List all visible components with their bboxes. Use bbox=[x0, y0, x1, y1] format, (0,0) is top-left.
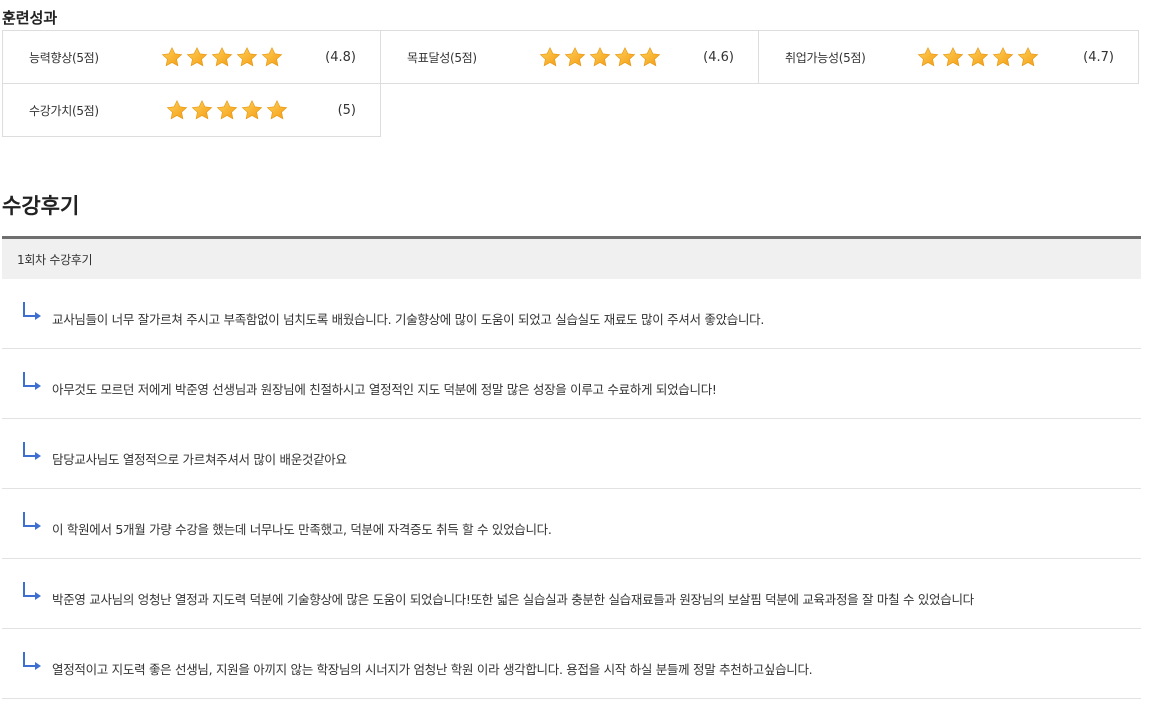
rating-label: 취업가능성(5점) bbox=[785, 50, 866, 65]
star-icon bbox=[917, 47, 939, 67]
star-icon bbox=[992, 47, 1014, 67]
reply-arrow-icon bbox=[23, 652, 41, 670]
review-item: 아무것도 모르던 저에게 박준영 선생님과 원장님에 친절하시고 열정적인 지도… bbox=[2, 349, 1141, 419]
review-text: 교사님들이 너무 잘가르쳐 주시고 부족함없이 넘치도록 배웠습니다. 기술향상… bbox=[52, 312, 765, 327]
training-results-title: 훈련성과 bbox=[2, 9, 58, 27]
star-icon bbox=[236, 47, 258, 67]
review-item: 이 학원에서 5개월 가량 수강을 했는데 너무나도 만족했고, 덕분에 자격증… bbox=[2, 489, 1141, 559]
rating-score: (4.8) bbox=[325, 49, 356, 65]
star-icon bbox=[539, 47, 561, 67]
rating-label: 목표달성(5점) bbox=[407, 50, 477, 65]
review-text: 아무것도 모르던 저에게 박준영 선생님과 원장님에 친절하시고 열정적인 지도… bbox=[52, 382, 717, 397]
review-text: 담당교사님도 열정적으로 가르쳐주셔서 많이 배운것같아요 bbox=[52, 452, 347, 467]
reviews-title: 수강후기 bbox=[2, 194, 80, 218]
rating-cell: 취업가능성(5점) (4.7) bbox=[758, 30, 1139, 84]
rating-cell: 목표달성(5점) (4.6) bbox=[380, 30, 759, 84]
review-list: 1회차 수강후기 교사님들이 너무 잘가르쳐 주시고 부족함없이 넘치도록 배웠… bbox=[2, 236, 1141, 699]
ratings-grid: 능력향상(5점) (4.8) 목표달성(5점) (4.6) 취업가능성(5점) … bbox=[2, 30, 1141, 137]
review-item: 담당교사님도 열정적으로 가르쳐주셔서 많이 배운것같아요 bbox=[2, 419, 1141, 489]
rating-stars bbox=[539, 46, 661, 68]
rating-cell: 능력향상(5점) (4.8) bbox=[2, 30, 381, 84]
reply-arrow-icon bbox=[23, 302, 41, 320]
review-items: 교사님들이 너무 잘가르쳐 주시고 부족함없이 넘치도록 배웠습니다. 기술향상… bbox=[2, 279, 1141, 699]
reply-arrow-icon bbox=[23, 582, 41, 600]
rating-stars bbox=[917, 46, 1039, 68]
star-icon bbox=[639, 47, 661, 67]
review-text: 이 학원에서 5개월 가량 수강을 했는데 너무나도 만족했고, 덕분에 자격증… bbox=[52, 522, 552, 537]
star-icon bbox=[161, 47, 183, 67]
rating-score: (4.7) bbox=[1083, 49, 1114, 65]
rating-stars bbox=[161, 46, 283, 68]
star-icon bbox=[589, 47, 611, 67]
rating-label: 수강가치(5점) bbox=[29, 103, 99, 118]
ratings-row-1: 능력향상(5점) (4.8) 목표달성(5점) (4.6) 취업가능성(5점) … bbox=[2, 30, 1141, 84]
page: 훈련성과 능력향상(5점) (4.8) 목표달성(5점) (4.6) 취업가능성… bbox=[0, 0, 1165, 724]
rating-cell: 수강가치(5점) (5) bbox=[2, 83, 381, 137]
review-item: 열정적이고 지도력 좋은 선생님, 지원을 아끼지 않는 학장님의 시너지가 엄… bbox=[2, 629, 1141, 699]
star-icon bbox=[211, 47, 233, 67]
rating-score: (5) bbox=[337, 102, 356, 118]
reply-arrow-icon bbox=[23, 372, 41, 390]
rating-score: (4.6) bbox=[703, 49, 734, 65]
star-icon bbox=[216, 100, 238, 120]
ratings-row-2: 수강가치(5점) (5) bbox=[2, 83, 1141, 137]
star-icon bbox=[186, 47, 208, 67]
rating-stars bbox=[166, 99, 288, 121]
review-round-header: 1회차 수강후기 bbox=[2, 239, 1141, 279]
rating-label: 능력향상(5점) bbox=[29, 50, 99, 65]
star-icon bbox=[967, 47, 989, 67]
review-text: 열정적이고 지도력 좋은 선생님, 지원을 아끼지 않는 학장님의 시너지가 엄… bbox=[52, 662, 813, 677]
star-icon bbox=[1017, 47, 1039, 67]
star-icon bbox=[191, 100, 213, 120]
review-text: 박준영 교사님의 엉청난 열정과 지도력 덕분에 기술향상에 많은 도움이 되었… bbox=[52, 592, 974, 607]
star-icon bbox=[266, 100, 288, 120]
reply-arrow-icon bbox=[23, 512, 41, 530]
star-icon bbox=[942, 47, 964, 67]
reply-arrow-icon bbox=[23, 442, 41, 460]
star-icon bbox=[261, 47, 283, 67]
star-icon bbox=[241, 100, 263, 120]
review-item: 박준영 교사님의 엉청난 열정과 지도력 덕분에 기술향상에 많은 도움이 되었… bbox=[2, 559, 1141, 629]
star-icon bbox=[614, 47, 636, 67]
review-item: 교사님들이 너무 잘가르쳐 주시고 부족함없이 넘치도록 배웠습니다. 기술향상… bbox=[2, 279, 1141, 349]
star-icon bbox=[564, 47, 586, 67]
star-icon bbox=[166, 100, 188, 120]
